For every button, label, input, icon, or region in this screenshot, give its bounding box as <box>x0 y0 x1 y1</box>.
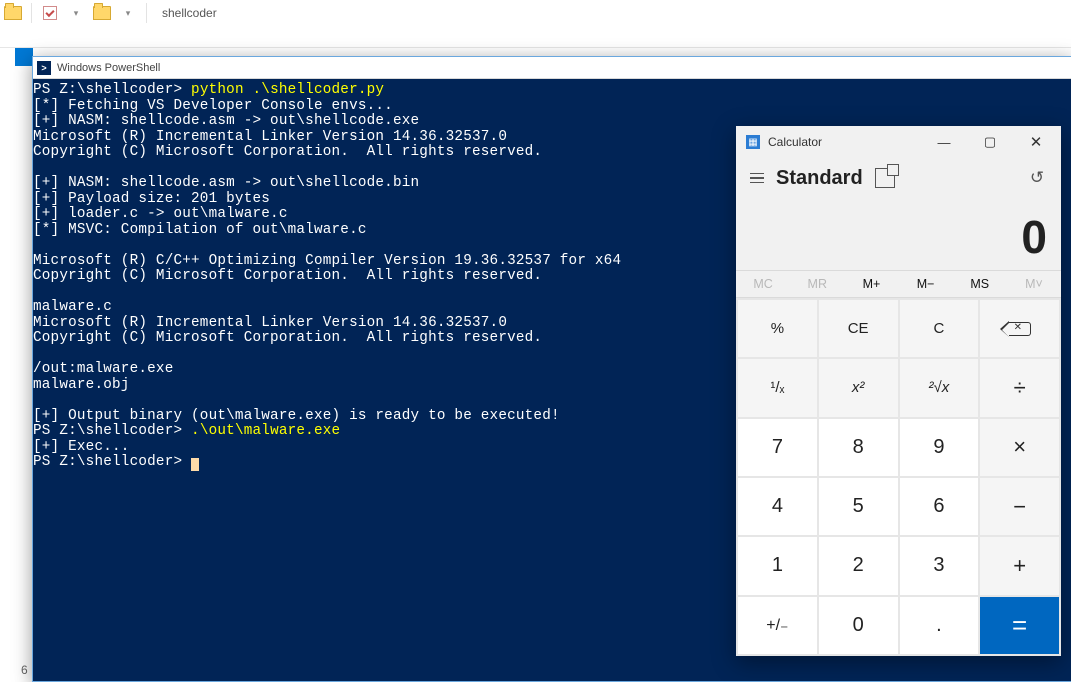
close-button[interactable]: ✕ <box>1013 126 1059 158</box>
powershell-icon: > <box>37 61 51 75</box>
mode-label: Standard <box>776 167 863 190</box>
hamburger-icon[interactable] <box>742 173 772 183</box>
folder-icon <box>4 4 22 22</box>
key-4[interactable]: 4 <box>738 478 817 535</box>
c-key[interactable]: C <box>900 300 979 357</box>
key-7[interactable]: 7 <box>738 419 817 476</box>
backspace-key[interactable]: ✕ <box>980 300 1059 357</box>
backspace-icon: ✕ <box>1009 322 1031 336</box>
square-key[interactable]: x² <box>819 359 898 416</box>
sqrt-key[interactable]: ²√x <box>900 359 979 416</box>
calculator-titlebar[interactable]: ▦ Calculator — ▢ ✕ <box>736 126 1061 158</box>
plus-minus-key[interactable]: +/₋ <box>738 597 817 654</box>
mem-mlist[interactable]: M˅ <box>1007 271 1061 297</box>
calculator-display: 0 <box>736 198 1061 270</box>
maximize-button[interactable]: ▢ <box>967 126 1013 158</box>
subtract-key[interactable]: − <box>980 478 1059 535</box>
decimal-key[interactable]: . <box>900 597 979 654</box>
qa-checkbox-icon[interactable] <box>41 4 59 22</box>
folder-icon <box>93 4 111 22</box>
divide-key[interactable]: ÷ <box>980 359 1059 416</box>
explorer-titlebar: ▾ ▾ shellcoder <box>0 0 1071 26</box>
key-0[interactable]: 0 <box>819 597 898 654</box>
ce-key[interactable]: CE <box>819 300 898 357</box>
mem-ms[interactable]: MS <box>953 271 1007 297</box>
explorer-ribbon <box>0 26 1071 48</box>
equals-key[interactable]: = <box>980 597 1059 654</box>
inverse-key[interactable]: ¹/ₓ <box>738 359 817 416</box>
explorer-title: shellcoder <box>162 6 217 20</box>
percent-key[interactable]: % <box>738 300 817 357</box>
key-9[interactable]: 9 <box>900 419 979 476</box>
keep-on-top-icon[interactable] <box>875 168 895 188</box>
qa-dropdown-icon[interactable]: ▾ <box>119 4 137 22</box>
powershell-title: Windows PowerShell <box>57 62 160 74</box>
bg-text: 6 <box>21 663 28 677</box>
keypad: % CE C ✕ ¹/ₓ x² ²√x ÷ 7 8 9 × 4 5 6 − 1 … <box>736 298 1061 656</box>
memory-row: MC MR M+ M− MS M˅ <box>736 270 1061 298</box>
multiply-key[interactable]: × <box>980 419 1059 476</box>
minimize-button[interactable]: — <box>921 126 967 158</box>
calculator-mode-row: Standard ↺ <box>736 158 1061 198</box>
calculator-title: Calculator <box>768 135 921 149</box>
key-1[interactable]: 1 <box>738 537 817 594</box>
mem-mc[interactable]: MC <box>736 271 790 297</box>
key-8[interactable]: 8 <box>819 419 898 476</box>
key-2[interactable]: 2 <box>819 537 898 594</box>
history-icon[interactable]: ↺ <box>1019 168 1055 188</box>
calculator-window: ▦ Calculator — ▢ ✕ Standard ↺ 0 MC MR M+… <box>736 126 1061 656</box>
calculator-icon: ▦ <box>746 135 760 149</box>
key-3[interactable]: 3 <box>900 537 979 594</box>
key-6[interactable]: 6 <box>900 478 979 535</box>
key-5[interactable]: 5 <box>819 478 898 535</box>
mem-mplus[interactable]: M+ <box>844 271 898 297</box>
add-key[interactable]: + <box>980 537 1059 594</box>
mem-mminus[interactable]: M− <box>899 271 953 297</box>
taskbar-app-icon[interactable] <box>15 48 33 66</box>
powershell-titlebar[interactable]: > Windows PowerShell <box>33 57 1071 79</box>
mem-mr[interactable]: MR <box>790 271 844 297</box>
qa-dropdown-icon[interactable]: ▾ <box>67 4 85 22</box>
